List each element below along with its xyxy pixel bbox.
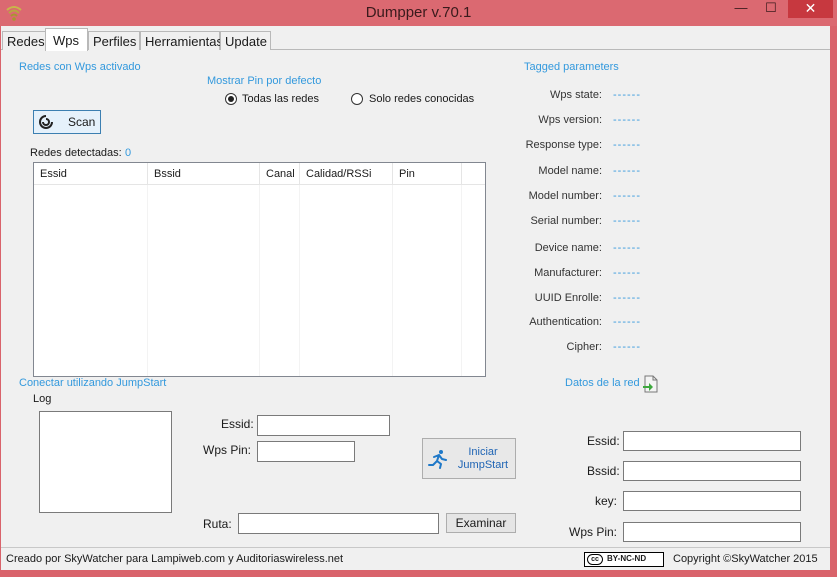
col-calidad[interactable]: Calidad/RSSi (300, 163, 393, 185)
col-essid[interactable]: Essid (34, 163, 148, 185)
param-value: ------ (613, 292, 641, 304)
param-value: ------ (613, 267, 641, 279)
license-badge: cc BY-NC-ND (584, 552, 664, 567)
tab-wps[interactable]: Wps (45, 28, 88, 51)
networks-list[interactable]: Essid Bssid Canal Calidad/RSSi Pin (33, 162, 486, 377)
param-value: ------ (613, 242, 641, 254)
param-label: Authentication: (529, 316, 602, 328)
maximize-button[interactable]: ☐ (760, 0, 782, 18)
red-wpspin-label: Wps Pin: (569, 525, 618, 539)
tab-herramientas[interactable]: Herramientas (140, 31, 223, 50)
radio-known-label: Solo redes conocidas (369, 93, 475, 105)
main-window: Redes Wps Perfiles Herramientas Update R… (1, 26, 830, 570)
param-value: ------ (613, 316, 641, 328)
param-value: ------ (613, 114, 641, 126)
param-value: ------ (613, 341, 641, 353)
param-label: Model number: (528, 190, 602, 202)
jumpstart-title: Conectar utilizando JumpStart (19, 377, 167, 389)
col-canal[interactable]: Canal (260, 163, 300, 185)
pin-group-title: Mostrar Pin por defecto (207, 75, 322, 87)
param-label: Cipher: (566, 341, 602, 353)
jumpstart-wpspin-input[interactable] (257, 441, 355, 462)
detected-label: Redes detectadas: (30, 147, 122, 159)
runner-icon (428, 450, 447, 469)
license-text: BY-NC-ND (607, 554, 647, 563)
ruta-input[interactable] (238, 513, 439, 534)
title-bar: Dumpper v.70.1 — ☐ ✕ (0, 0, 837, 26)
red-essid-field[interactable] (623, 431, 801, 451)
col-bssid[interactable]: Bssid (148, 163, 260, 185)
param-label: Serial number: (530, 215, 602, 227)
export-icon[interactable] (642, 375, 660, 393)
browse-button[interactable]: Examinar (446, 513, 516, 533)
radio-all-networks[interactable] (225, 93, 237, 105)
ruta-label: Ruta: (203, 517, 232, 531)
window-title: Dumpper v.70.1 (365, 4, 472, 21)
radio-known-networks[interactable] (351, 93, 363, 105)
red-key-field[interactable] (623, 491, 801, 511)
tab-redes[interactable]: Redes (2, 31, 46, 50)
param-label: Wps version: (538, 114, 602, 126)
essid-label: Essid: (221, 417, 254, 431)
radio-all-label: Todas las redes (242, 93, 320, 105)
status-bar: Creado por SkyWatcher para Lampiweb.com … (1, 547, 830, 570)
col-pin[interactable]: Pin (393, 163, 462, 185)
param-label: Wps state: (550, 89, 602, 101)
tab-update[interactable]: Update (220, 31, 271, 50)
param-label: UUID Enrolle: (534, 292, 602, 304)
networks-list-header: Essid Bssid Canal Calidad/RSSi Pin (34, 163, 485, 185)
wpspin-label: Wps Pin: (203, 443, 252, 457)
param-label: Manufacturer: (534, 267, 602, 279)
red-wpspin-field[interactable] (623, 522, 801, 542)
tab-strip: Redes Wps Perfiles Herramientas Update (1, 28, 830, 51)
red-essid-label: Essid: (587, 434, 620, 448)
start-jumpstart-button[interactable]: Iniciar JumpStart (422, 438, 516, 479)
scan-icon (39, 115, 53, 129)
param-value: ------ (613, 89, 641, 101)
log-label: Log (33, 393, 52, 405)
red-bssid-label: Bssid: (587, 464, 620, 478)
param-value: ------ (613, 139, 641, 151)
detected-count: 0 (125, 147, 132, 159)
credits-text: Creado por SkyWatcher para Lampiweb.com … (6, 553, 344, 565)
wps-section-title: Redes con Wps activado (19, 61, 141, 73)
start-jumpstart-label: Iniciar JumpStart (457, 446, 509, 471)
param-value: ------ (613, 190, 641, 202)
param-value: ------ (613, 215, 641, 227)
red-data-title: Datos de la red (565, 377, 640, 389)
tagged-title: Tagged parameters (524, 61, 619, 73)
param-label: Response type: (525, 139, 602, 151)
jumpstart-essid-input[interactable] (257, 415, 390, 436)
param-label: Device name: (534, 242, 602, 254)
copyright-text: Copyright ©SkyWatcher 2015 (673, 553, 818, 565)
scan-button[interactable]: Scan (33, 110, 101, 134)
scan-label: Scan (68, 115, 96, 129)
tab-perfiles[interactable]: Perfiles (88, 31, 140, 50)
red-bssid-field[interactable] (623, 461, 801, 481)
param-value: ------ (613, 165, 641, 177)
param-label: Model name: (538, 165, 602, 177)
minimize-button[interactable]: — (730, 0, 752, 18)
wps-panel: Redes con Wps activado Scan Mostrar Pin … (1, 50, 830, 547)
log-textbox[interactable] (39, 411, 172, 513)
close-button[interactable]: ✕ (788, 0, 833, 18)
red-key-label: key: (595, 494, 618, 508)
